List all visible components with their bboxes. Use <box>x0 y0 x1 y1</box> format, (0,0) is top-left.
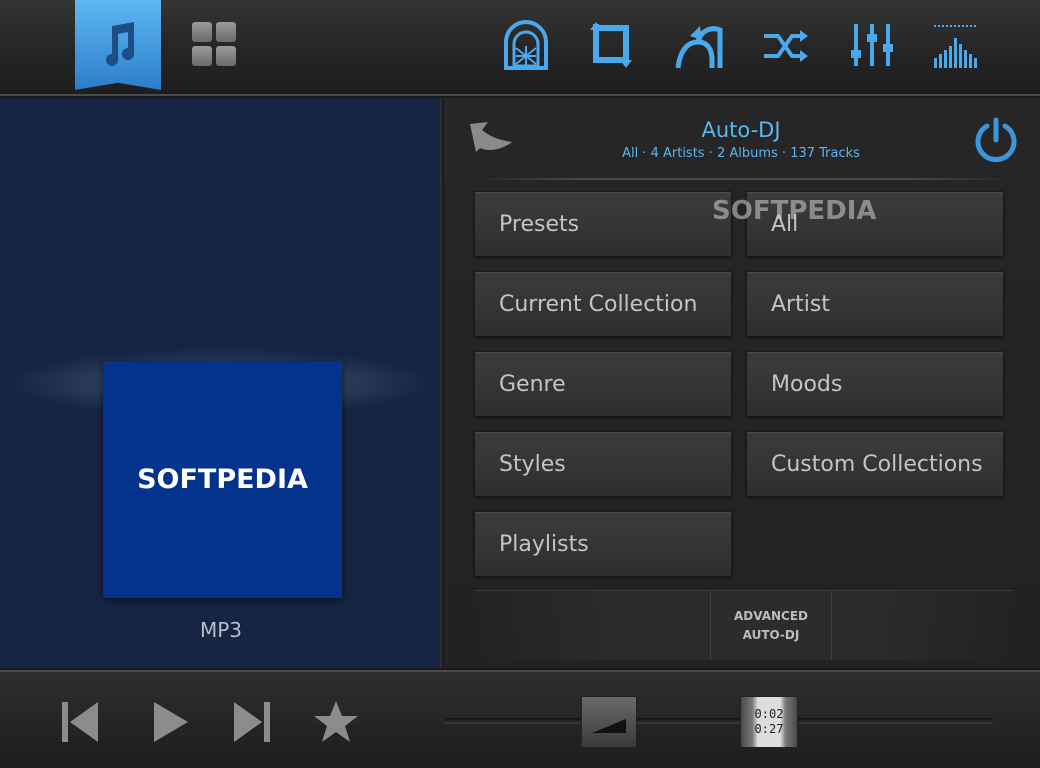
play-icon <box>154 702 188 742</box>
grid-cell <box>192 46 212 66</box>
volume-slider-track[interactable] <box>444 718 708 724</box>
option-genre[interactable]: Genre <box>474 351 732 417</box>
autodj-title: Auto-DJ <box>701 118 781 142</box>
previous-icon <box>62 702 98 742</box>
option-current-collection[interactable]: Current Collection <box>474 271 732 337</box>
shuffle-icon <box>764 30 808 62</box>
power-button[interactable] <box>972 116 1020 164</box>
next-button[interactable] <box>228 698 276 746</box>
repeat-icon <box>590 22 632 68</box>
spectrum-icon <box>934 25 978 68</box>
equalizer-button[interactable] <box>846 18 898 72</box>
advanced-label-line2: AUTO-DJ <box>742 628 800 642</box>
advanced-bar: ADVANCED AUTO-DJ <box>474 590 1014 661</box>
seek-slider-handle[interactable]: 0:02 0:27 <box>740 696 798 748</box>
favorite-button[interactable] <box>312 698 360 746</box>
option-artist[interactable]: Artist <box>746 271 1004 337</box>
play-button[interactable] <box>146 698 194 746</box>
undo-icon <box>675 26 723 69</box>
grid-cell <box>216 46 236 66</box>
grid-cell <box>192 22 212 42</box>
power-icon <box>975 117 1017 163</box>
header-divider <box>474 178 1014 180</box>
album-cover[interactable]: SOFTPEDIA <box>103 361 342 598</box>
advanced-autodj-button[interactable]: ADVANCED AUTO-DJ <box>710 591 832 661</box>
shuffle-button[interactable] <box>760 18 812 72</box>
jukebox-icon <box>504 20 548 70</box>
track-format: MP3 <box>199 618 243 642</box>
next-icon <box>234 702 270 742</box>
watermark: SOFTPEDIA <box>712 196 877 226</box>
repeat-button[interactable] <box>586 18 638 72</box>
option-custom-collections[interactable]: Custom Collections <box>746 431 1004 497</box>
cover-logo: SOFTPEDIA <box>137 464 308 495</box>
undo-button[interactable] <box>674 18 726 72</box>
grid-cell <box>216 22 236 42</box>
option-moods[interactable]: Moods <box>746 351 1004 417</box>
now-playing-panel: SOFTPEDIA MP3 <box>0 98 442 668</box>
advanced-label-line1: ADVANCED <box>733 609 808 623</box>
music-tab[interactable] <box>75 0 161 90</box>
equalizer-icon <box>851 24 893 66</box>
volume-icon <box>592 719 626 733</box>
autodj-panel: Auto-DJ All · 4 Artists · 2 Albums · 137… <box>444 98 1040 668</box>
top-toolbar <box>0 0 1040 96</box>
previous-button[interactable] <box>56 698 104 746</box>
option-playlists[interactable]: Playlists <box>474 511 732 577</box>
option-styles[interactable]: Styles <box>474 431 732 497</box>
star-icon <box>314 701 358 742</box>
grid-view-button[interactable] <box>192 22 238 68</box>
transport-bar: 0:02 0:27 <box>0 670 1040 768</box>
music-note-icon <box>106 22 134 66</box>
volume-slider-handle[interactable] <box>581 696 637 748</box>
total-time: 0:27 <box>754 722 784 736</box>
spectrum-button[interactable] <box>930 18 982 72</box>
jukebox-button[interactable] <box>500 18 552 72</box>
option-presets[interactable]: Presets <box>474 191 732 257</box>
autodj-summary: All · 4 Artists · 2 Albums · 137 Tracks <box>622 146 860 161</box>
elapsed-time: 0:02 <box>754 707 784 721</box>
